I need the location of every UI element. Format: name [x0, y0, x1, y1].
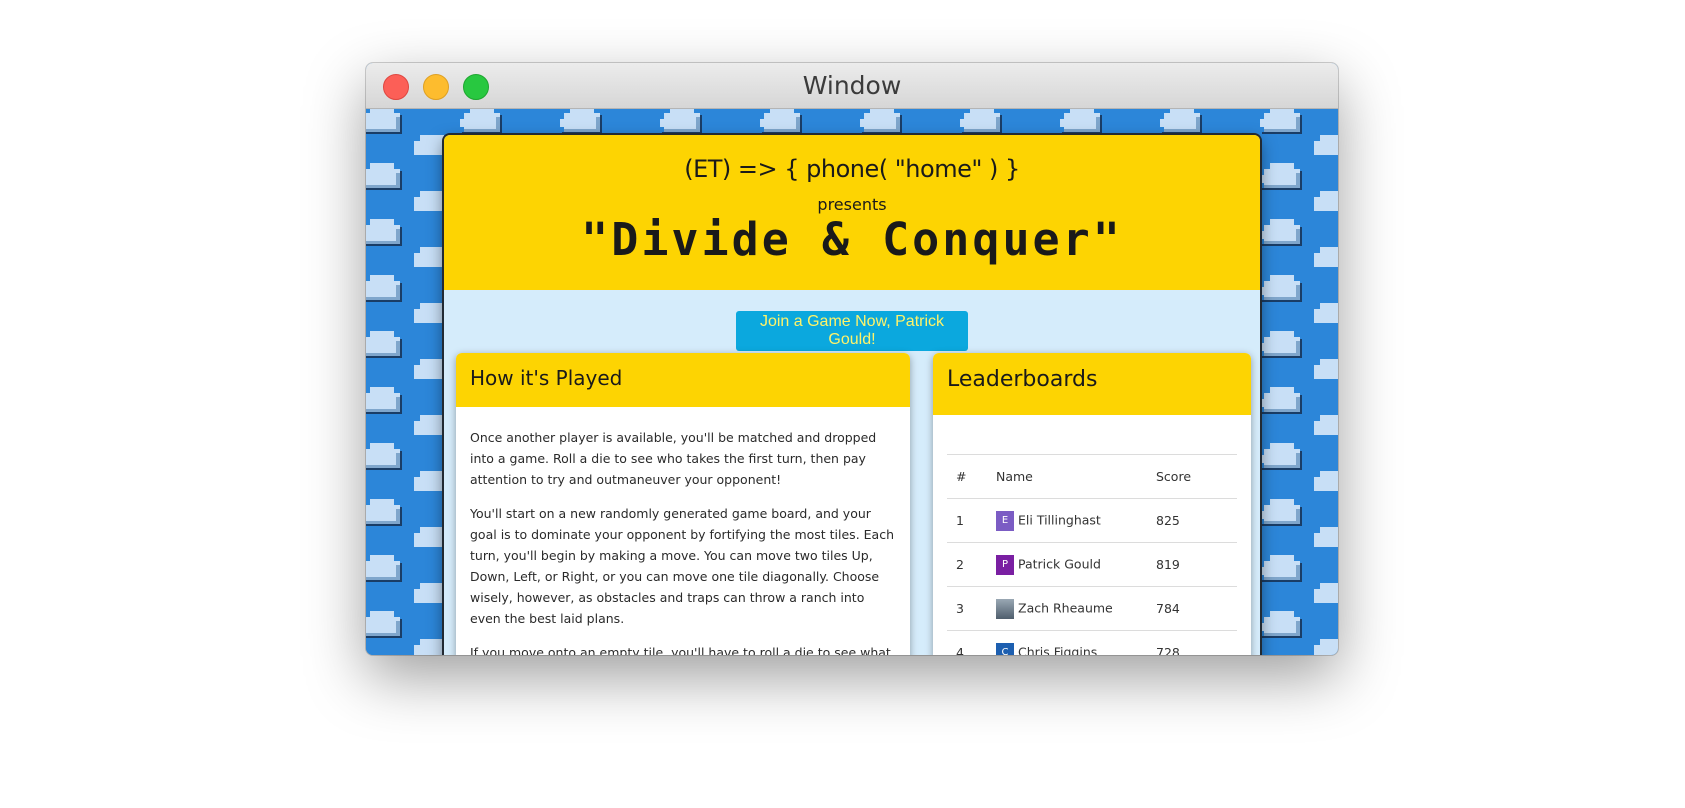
- player-name: Patrick Gould: [1018, 556, 1101, 571]
- rules-paragraph: Once another player is available, you'll…: [470, 430, 877, 487]
- score-cell: 825: [1156, 513, 1180, 528]
- column-name[interactable]: Name: [987, 455, 1147, 499]
- avatar: C: [996, 642, 1014, 655]
- column-score[interactable]: Score: [1147, 455, 1237, 499]
- leaderboard-heading: Leaderboards: [947, 367, 1098, 392]
- studio-tagline: (ET) => { phone( "home" ) }: [684, 155, 1020, 183]
- score-cell: 728: [1156, 645, 1180, 655]
- player-name: Eli Tillinghast: [1018, 512, 1101, 527]
- leaderboard-header: Leaderboards: [933, 353, 1251, 415]
- title-bar: Window: [366, 63, 1338, 109]
- name-cell: Zach Rheaume: [987, 587, 1147, 631]
- hero-banner: (ET) => { phone( "home" ) } presents "Di…: [444, 135, 1260, 290]
- rank-cell: 4: [956, 645, 964, 655]
- rules-text: Once another player is available, you'll…: [456, 407, 910, 655]
- player-name: Zach Rheaume: [1018, 600, 1113, 615]
- player-name: Chris Figgins: [1018, 644, 1098, 655]
- app-window: Window (ET) => {phone("home")} prese…: [366, 63, 1338, 655]
- avatar: P: [996, 554, 1014, 575]
- rules-paragraph: If you move onto an empty tile, you'll h…: [470, 645, 891, 655]
- how-played-heading: How it's Played: [470, 366, 623, 390]
- name-cell: P Patrick Gould: [987, 543, 1147, 587]
- page-content: (ET) => { phone( "home" ) } presents "Di…: [366, 109, 1338, 655]
- score-cell: 784: [1156, 601, 1180, 616]
- main-card: (ET) => { phone( "home" ) } presents "Di…: [444, 135, 1260, 655]
- leaderboard-header-row: # Name Score: [947, 454, 1237, 499]
- column-rank[interactable]: #: [947, 455, 987, 499]
- avatar-photo-icon: [996, 598, 1014, 619]
- avatar: E: [996, 510, 1014, 531]
- leaderboard-table: # Name Score 1 E Eli Tillinghast 825 2 P…: [947, 454, 1237, 655]
- table-row[interactable]: 1 E Eli Tillinghast 825: [947, 499, 1237, 543]
- how-played-panel: How it's Played Once another player is a…: [456, 353, 910, 655]
- name-cell: E Eli Tillinghast: [987, 499, 1147, 543]
- table-row[interactable]: 3 Zach Rheaume 784: [947, 587, 1237, 631]
- rank-cell: 3: [956, 601, 964, 616]
- score-cell: 819: [1156, 557, 1180, 572]
- join-game-button[interactable]: Join a Game Now, Patrick Gould!: [736, 311, 968, 351]
- presents-label: presents: [817, 195, 887, 214]
- rank-cell: 2: [956, 557, 964, 572]
- table-row[interactable]: 4 C Chris Figgins 728: [947, 631, 1237, 655]
- table-row[interactable]: 2 P Patrick Gould 819: [947, 543, 1237, 587]
- rules-paragraph: You'll start on a new randomly generated…: [470, 506, 894, 626]
- name-cell: C Chris Figgins: [987, 631, 1147, 655]
- leaderboard-panel: Leaderboards # Name Score 1 E Eli Tillin…: [933, 353, 1251, 655]
- rank-cell: 1: [956, 513, 964, 528]
- game-title: "Divide & Conquer": [581, 213, 1123, 266]
- window-title: Window: [802, 71, 902, 100]
- how-played-header: How it's Played: [456, 353, 910, 407]
